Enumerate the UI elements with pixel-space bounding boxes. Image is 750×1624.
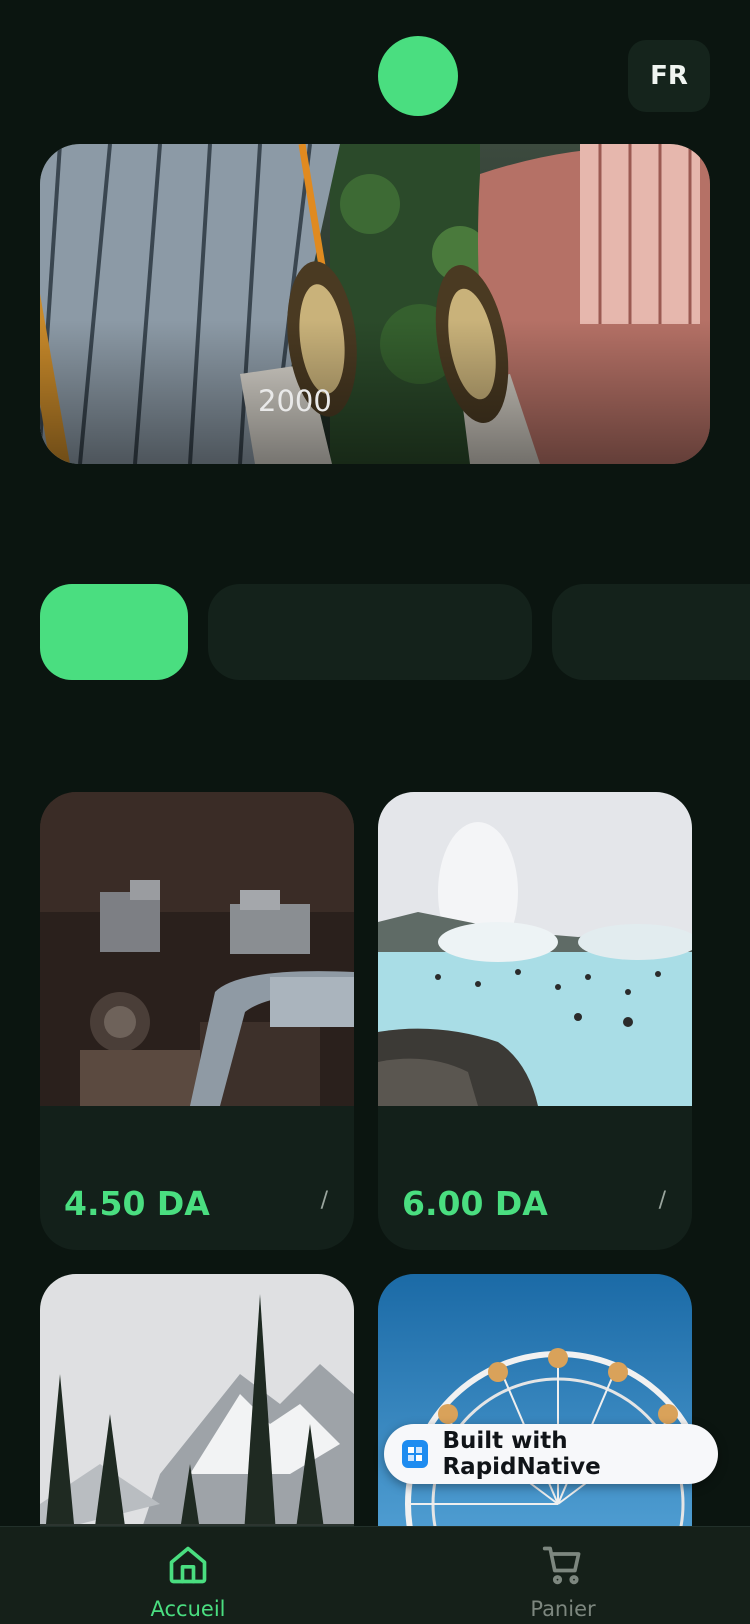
product-price: 6.00 DA xyxy=(402,1184,548,1223)
app-header: FR xyxy=(0,0,750,140)
bottom-tab-bar: Accueil Panier xyxy=(0,1526,750,1624)
tab-cart-label: Panier xyxy=(530,1597,596,1621)
product-image xyxy=(378,792,692,1106)
product-card[interactable]: 6.00 DA / xyxy=(378,792,692,1250)
built-with-badge[interactable]: Built with RapidNative xyxy=(384,1424,718,1484)
home-icon xyxy=(169,1546,207,1584)
product-card[interactable]: 4.50 DA / xyxy=(40,792,354,1250)
logo xyxy=(378,36,458,116)
tab-cart[interactable]: Panier xyxy=(488,1527,638,1624)
hero-banner[interactable]: 2000 xyxy=(40,144,710,464)
product-unit: / xyxy=(320,1188,328,1213)
language-button[interactable]: FR xyxy=(628,40,710,112)
rapidnative-logo-icon xyxy=(402,1440,429,1468)
tab-home[interactable]: Accueil xyxy=(113,1527,263,1624)
product-price: 4.50 DA xyxy=(64,1184,210,1223)
badge-label: Built with RapidNative xyxy=(442,1428,601,1480)
category-chip[interactable] xyxy=(208,584,532,680)
category-chips xyxy=(0,584,750,680)
hero-image xyxy=(40,144,710,464)
category-chip-active[interactable] xyxy=(40,584,188,680)
tab-home-label: Accueil xyxy=(150,1597,226,1621)
product-image xyxy=(40,792,354,1106)
cart-icon xyxy=(542,1546,581,1585)
product-unit: / xyxy=(658,1188,666,1213)
hero-caption: 2000 xyxy=(258,384,332,418)
category-chip[interactable] xyxy=(552,584,750,680)
